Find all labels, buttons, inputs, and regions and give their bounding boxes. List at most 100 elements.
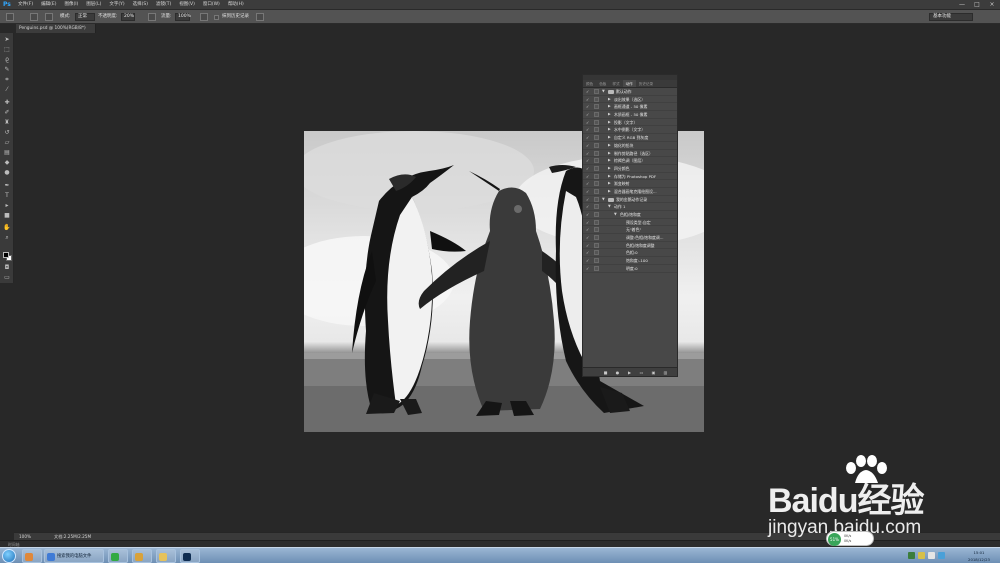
action-row[interactable]: ✓ ▶ 熔化的铅块 xyxy=(583,142,677,150)
expand-triangle-icon[interactable]: ▶ xyxy=(608,119,611,127)
toggle-dialog-icon[interactable] xyxy=(594,104,599,110)
shape-tool-icon[interactable]: ■ xyxy=(3,212,11,219)
toggle-dialog-icon[interactable] xyxy=(594,188,599,194)
brush-tool-icon[interactable]: ✐ xyxy=(3,109,11,116)
marquee-tool-icon[interactable]: ⬚ xyxy=(3,46,11,53)
menu-select[interactable]: 选择(S) xyxy=(133,0,148,10)
toggle-dialog-icon[interactable] xyxy=(594,96,599,102)
brush-panel-icon[interactable] xyxy=(45,13,53,21)
taskbar-paint[interactable] xyxy=(132,549,152,563)
move-tool-icon[interactable]: ➤ xyxy=(3,36,11,43)
gradient-tool-icon[interactable]: ▤ xyxy=(3,149,11,156)
crop-tool-icon[interactable]: ⌗ xyxy=(3,76,11,83)
collapse-triangle-icon[interactable]: ▼ xyxy=(602,88,605,96)
toggle-dialog-icon[interactable] xyxy=(594,112,599,118)
tray-network-icon[interactable] xyxy=(908,552,915,559)
clone-stamp-tool-icon[interactable]: ♜ xyxy=(3,119,11,126)
document-tab[interactable]: Penguins.psd @ 100%(RGB/8*) xyxy=(16,24,96,33)
toggle-item-checkmark-icon[interactable]: ✓ xyxy=(586,258,591,263)
dodge-tool-icon[interactable]: ● xyxy=(3,169,11,176)
toggle-item-checkmark-icon[interactable]: ✓ xyxy=(586,197,591,202)
start-button[interactable] xyxy=(2,549,16,563)
action-row[interactable]: ✓ 色相/饱和度调整 xyxy=(583,242,677,250)
toggle-item-checkmark-icon[interactable]: ✓ xyxy=(586,189,591,194)
toggle-item-checkmark-icon[interactable]: ✓ xyxy=(586,212,591,217)
close-icon[interactable]: × xyxy=(988,1,996,8)
menu-image[interactable]: 图像(I) xyxy=(64,0,78,10)
tray-security-icon[interactable] xyxy=(918,552,925,559)
blur-tool-icon[interactable]: ◆ xyxy=(3,159,11,166)
taskbar-photoshop[interactable] xyxy=(180,549,200,563)
expand-triangle-icon[interactable]: ▶ xyxy=(608,96,611,104)
pen-tool-icon[interactable]: ✒ xyxy=(3,182,11,189)
airbrush-icon[interactable] xyxy=(200,13,208,21)
action-row[interactable]: ✓ ▶ 淡出效果（选区） xyxy=(583,96,677,104)
toggle-dialog-icon[interactable] xyxy=(594,196,599,202)
toggle-item-checkmark-icon[interactable]: ✓ xyxy=(586,135,591,140)
action-row[interactable]: ✓ ▼ 默认动作 xyxy=(583,88,677,96)
expand-triangle-icon[interactable]: ▶ xyxy=(608,103,611,111)
toggle-dialog-icon[interactable] xyxy=(594,89,599,94)
screen-mode-icon[interactable]: ▭ xyxy=(3,274,11,281)
stop-icon[interactable]: ■ xyxy=(603,370,608,375)
expand-triangle-icon[interactable]: ▶ xyxy=(608,188,611,196)
brush-preset-icon[interactable] xyxy=(30,13,38,21)
type-tool-icon[interactable]: T xyxy=(3,192,11,199)
eraser-tool-icon[interactable]: ▱ xyxy=(3,139,11,146)
flow-input[interactable]: 100% xyxy=(175,13,191,21)
expand-triangle-icon[interactable]: ▶ xyxy=(608,150,611,158)
action-row[interactable]: ✓ ▶ 自定义 RGB 到灰度 xyxy=(583,134,677,142)
action-row[interactable]: ✓ ▶ 制作剪贴路径（选区） xyxy=(583,150,677,158)
toggle-item-checkmark-icon[interactable]: ✓ xyxy=(586,97,591,102)
toggle-dialog-icon[interactable] xyxy=(594,158,599,164)
action-row[interactable]: ✓ ▶ 画框通道 - 50 像素 xyxy=(583,103,677,112)
toggle-item-checkmark-icon[interactable]: ✓ xyxy=(586,158,591,163)
action-row[interactable]: ✓ ▶ 渐变映射 xyxy=(583,180,677,188)
workspace-select[interactable]: 基本功能 xyxy=(929,13,973,21)
action-row[interactable]: ✓ ▶ 混合器画笔克隆绘图设... xyxy=(583,188,677,196)
taskbar-app-1[interactable] xyxy=(22,549,42,563)
action-row[interactable]: ✓ 调整:色相/饱和度调... xyxy=(583,234,677,242)
path-select-tool-icon[interactable]: ▸ xyxy=(3,202,11,209)
record-icon[interactable]: ● xyxy=(615,370,620,375)
toggle-dialog-icon[interactable] xyxy=(594,127,599,133)
action-row[interactable]: ✓ ▶ 存储为 Photoshop PDF xyxy=(583,173,677,181)
toggle-dialog-icon[interactable] xyxy=(594,242,599,248)
toggle-dialog-icon[interactable] xyxy=(594,181,599,187)
toggle-dialog-icon[interactable] xyxy=(594,142,599,148)
toggle-dialog-icon[interactable] xyxy=(594,219,599,225)
toggle-item-checkmark-icon[interactable]: ✓ xyxy=(586,243,591,248)
action-row[interactable]: ✓ 色相:0 xyxy=(583,249,677,258)
play-icon[interactable]: ▶ xyxy=(627,370,632,375)
minimize-icon[interactable]: — xyxy=(958,1,966,8)
toggle-item-checkmark-icon[interactable]: ✓ xyxy=(586,181,591,186)
action-row[interactable]: ✓ ▶ 投影（文字） xyxy=(583,119,677,127)
toggle-item-checkmark-icon[interactable]: ✓ xyxy=(586,127,591,132)
toggle-dialog-icon[interactable] xyxy=(594,150,599,156)
toggle-item-checkmark-icon[interactable]: ✓ xyxy=(586,220,591,225)
expand-triangle-icon[interactable]: ▶ xyxy=(608,142,611,150)
maximize-icon[interactable]: □ xyxy=(973,1,981,8)
history-brush-tool-icon[interactable] xyxy=(6,13,14,21)
toggle-dialog-icon[interactable] xyxy=(594,119,599,125)
lasso-tool-icon[interactable]: ϱ xyxy=(3,56,11,63)
tab-swatches[interactable]: 色板 xyxy=(596,80,609,87)
zoom-tool-icon[interactable]: ⌕ xyxy=(3,234,11,241)
taskbar-browser[interactable] xyxy=(108,549,128,563)
menu-window[interactable]: 窗口(W) xyxy=(203,0,220,10)
action-row[interactable]: ✓ 明度:0 xyxy=(583,265,677,273)
toggle-item-checkmark-icon[interactable]: ✓ xyxy=(586,89,591,94)
healing-brush-tool-icon[interactable]: ✚ xyxy=(3,99,11,106)
toggle-item-checkmark-icon[interactable]: ✓ xyxy=(586,104,591,109)
action-row[interactable]: ✓ ▼ 我的金鹅动作记录 xyxy=(583,196,677,204)
expand-triangle-icon[interactable]: ▶ xyxy=(608,126,611,134)
menu-view[interactable]: 视图(V) xyxy=(179,0,195,10)
expand-triangle-icon[interactable]: ▶ xyxy=(608,173,611,181)
action-row[interactable]: ✓ ▼ 色相/饱和度 xyxy=(583,211,677,219)
toggle-dialog-icon[interactable] xyxy=(594,258,599,264)
toggle-dialog-icon[interactable] xyxy=(594,250,599,256)
toggle-item-checkmark-icon[interactable]: ✓ xyxy=(586,120,591,125)
tab-actions[interactable]: 动作 xyxy=(622,80,636,87)
menu-help[interactable]: 帮助(H) xyxy=(228,0,244,10)
taskbar-folder[interactable] xyxy=(156,549,176,563)
